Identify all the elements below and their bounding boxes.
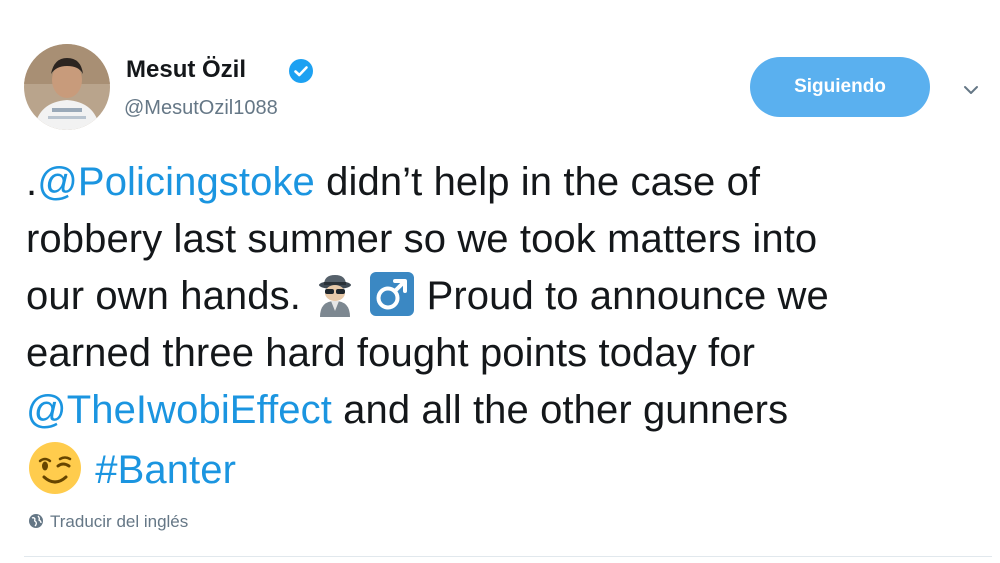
tweet-line: @TheIwobiEffect and all the other gunner… bbox=[26, 382, 986, 439]
tweet-text-segment bbox=[358, 274, 369, 318]
winking-face-emoji-icon bbox=[26, 439, 84, 497]
tweet-line: robbery last summer so we took matters i… bbox=[26, 217, 818, 261]
following-button[interactable]: Siguiendo bbox=[750, 57, 930, 117]
male-sign-emoji-icon bbox=[369, 271, 415, 317]
tweet-card: Mesut Özil @MesutOzil1088 Siguiendo .@Po… bbox=[0, 0, 1000, 563]
avatar[interactable] bbox=[24, 44, 110, 130]
tweet-text: .@Policingstoke didn’t help in the case … bbox=[26, 154, 986, 496]
detective-emoji-icon bbox=[312, 271, 358, 317]
mention-link[interactable]: @Policingstoke bbox=[37, 160, 315, 204]
chevron-down-icon[interactable] bbox=[959, 78, 983, 102]
tweet-text-segment bbox=[84, 448, 95, 492]
translate-label: Traducir del inglés bbox=[50, 512, 189, 531]
hashtag-link[interactable]: #Banter bbox=[95, 448, 236, 492]
author-handle[interactable]: @MesutOzil1088 bbox=[124, 97, 278, 120]
mention-link[interactable]: @TheIwobiEffect bbox=[26, 388, 332, 432]
tweet-text-segment: didn’t help in the case of bbox=[314, 160, 761, 204]
tweet-line: .@Policingstoke didn’t help in the case … bbox=[26, 160, 761, 204]
translate-link[interactable]: Traducir del inglés bbox=[28, 512, 188, 532]
verified-badge-icon bbox=[288, 58, 314, 84]
tweet-line: earned three hard fought points today fo… bbox=[26, 331, 756, 375]
tweet-text-segment: our own hands. bbox=[26, 274, 313, 318]
globe-icon bbox=[28, 513, 44, 529]
tweet-text-segment: and all the other gunners bbox=[331, 388, 789, 432]
tweet-line: our own hands. Proud to announce we bbox=[26, 268, 986, 325]
tweet-text-segment: Proud to announce we bbox=[415, 274, 829, 318]
divider bbox=[24, 556, 992, 557]
author-display-name[interactable]: Mesut Özil bbox=[126, 56, 246, 84]
tweet-line: #Banter bbox=[26, 439, 986, 496]
